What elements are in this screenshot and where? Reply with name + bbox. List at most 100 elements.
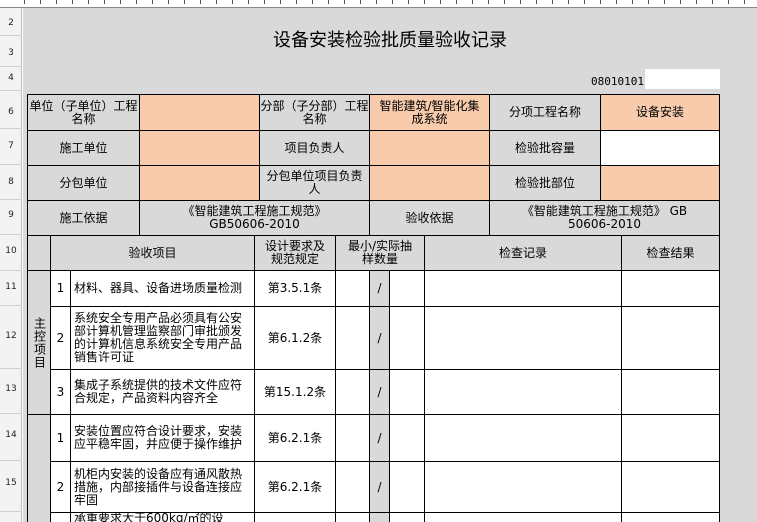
ruler-tick: [712, 0, 713, 4]
form-code[interactable]: 08010101: [578, 72, 644, 90]
item-description[interactable]: 承重要求大于600kg/㎡的设: [70, 512, 254, 522]
code-input-cell[interactable]: [645, 69, 720, 89]
row-number[interactable]: 11: [0, 282, 22, 292]
record-cell[interactable]: [424, 461, 621, 512]
sample-slash[interactable]: /: [369, 414, 389, 461]
subdivision-label[interactable]: 分项工程名称: [489, 94, 600, 130]
min-sample-cell[interactable]: [335, 461, 369, 512]
construction-unit-label[interactable]: 施工单位: [27, 130, 139, 165]
batch-location-input[interactable]: [600, 165, 720, 200]
sampling-header[interactable]: 最小/实际抽样数量: [335, 235, 424, 270]
actual-sample-cell[interactable]: [389, 306, 424, 369]
item-spec[interactable]: 第3.5.1条: [254, 270, 335, 306]
item-spec[interactable]: 第6.2.1条: [254, 414, 335, 461]
record-cell[interactable]: [424, 414, 621, 461]
record-cell[interactable]: [424, 512, 621, 522]
row-number[interactable]: 12: [0, 331, 22, 341]
row-number[interactable]: 4: [0, 73, 22, 83]
item-spec[interactable]: 第15.1.2条: [254, 369, 335, 414]
ruler-tick: [616, 0, 617, 4]
item-number[interactable]: 1: [50, 270, 70, 306]
row-number[interactable]: 13: [0, 384, 22, 394]
actual-sample-cell[interactable]: [389, 369, 424, 414]
subdivision-value[interactable]: 设备安装: [600, 94, 720, 130]
item-number[interactable]: 1: [50, 414, 70, 461]
construction-unit-input[interactable]: [139, 130, 259, 165]
row-number[interactable]: 15: [0, 478, 22, 488]
general-group-label[interactable]: [27, 414, 50, 522]
actual-sample-cell[interactable]: [389, 461, 424, 512]
item-description[interactable]: 系统安全专用产品必须具有公安部计算机管理监察部门审批颁发的计算机信息系统安全专用…: [70, 306, 254, 369]
acceptance-basis-label[interactable]: 验收依据: [369, 200, 489, 235]
ruler-tick: [472, 0, 473, 4]
row-number[interactable]: 6: [0, 107, 22, 117]
division-label[interactable]: 分部（子分部）工程名称: [259, 94, 369, 130]
row-number[interactable]: 9: [0, 210, 22, 220]
ruler-tick: [264, 0, 265, 4]
subcontract-manager-input[interactable]: [369, 165, 489, 200]
record-cell[interactable]: [424, 306, 621, 369]
project-manager-input[interactable]: [369, 130, 489, 165]
min-sample-cell[interactable]: [335, 306, 369, 369]
result-cell[interactable]: [621, 306, 720, 369]
item-spec[interactable]: 第6.2.1条: [254, 461, 335, 512]
construction-basis-value[interactable]: 《智能建筑工程施工规范》GB50606-2010: [139, 200, 369, 235]
ruler-tick: [120, 0, 121, 4]
record-header[interactable]: 检查记录: [424, 235, 621, 270]
form-title[interactable]: 设备安装检验批质量验收记录: [23, 24, 757, 56]
record-cell[interactable]: [424, 369, 621, 414]
construction-basis-label[interactable]: 施工依据: [27, 200, 139, 235]
result-cell[interactable]: [621, 270, 720, 306]
item-description[interactable]: 材料、器具、设备进场质量检测: [70, 270, 254, 306]
actual-sample-cell[interactable]: [389, 414, 424, 461]
row-number[interactable]: 10: [0, 246, 22, 256]
design-req-header[interactable]: 设计要求及规范规定: [254, 235, 335, 270]
row-number[interactable]: 2: [0, 18, 22, 28]
item-number[interactable]: 2: [50, 461, 70, 512]
min-sample-cell[interactable]: [335, 414, 369, 461]
item-description[interactable]: 安装位置应符合设计要求，安装应平稳牢固，并应便于操作维护: [70, 414, 254, 461]
subcontract-manager-label[interactable]: 分包单位项目负责人: [259, 165, 369, 200]
unit-name-input[interactable]: [139, 94, 259, 130]
item-spec[interactable]: 第6.1.2条: [254, 306, 335, 369]
item-header[interactable]: 验收项目: [50, 235, 254, 270]
sample-slash[interactable]: /: [369, 461, 389, 512]
row-number[interactable]: 7: [0, 141, 22, 151]
item-description[interactable]: 机柜内安装的设备应有通风散热措施，内部接插件与设备连接应牢固: [70, 461, 254, 512]
result-cell[interactable]: [621, 461, 720, 512]
sample-slash[interactable]: /: [369, 270, 389, 306]
result-cell[interactable]: [621, 512, 720, 522]
sample-slash[interactable]: /: [369, 306, 389, 369]
row-number[interactable]: 8: [0, 177, 22, 187]
actual-sample-cell[interactable]: [389, 512, 424, 522]
result-cell[interactable]: [621, 369, 720, 414]
item-number[interactable]: 3: [50, 369, 70, 414]
sample-slash[interactable]: /: [369, 369, 389, 414]
main-control-group-label[interactable]: 主控项目: [27, 270, 50, 414]
ruler-tick: [328, 0, 329, 4]
min-sample-cell[interactable]: [335, 270, 369, 306]
sample-slash[interactable]: [369, 512, 389, 522]
batch-capacity-label[interactable]: 检验批容量: [489, 130, 600, 165]
batch-location-label[interactable]: 检验批部位: [489, 165, 600, 200]
acceptance-basis-value[interactable]: 《智能建筑工程施工规范》 GB 50606-2010: [489, 200, 720, 235]
ruler-tick: [40, 0, 41, 4]
min-sample-cell[interactable]: [335, 512, 369, 522]
project-manager-label[interactable]: 项目负责人: [259, 130, 369, 165]
unit-name-label[interactable]: 单位（子单位）工程名称: [27, 94, 139, 130]
batch-capacity-input[interactable]: [600, 130, 720, 165]
record-cell[interactable]: [424, 270, 621, 306]
min-sample-cell[interactable]: [335, 369, 369, 414]
row-number[interactable]: 3: [0, 48, 22, 58]
actual-sample-cell[interactable]: [389, 270, 424, 306]
item-spec[interactable]: [254, 512, 335, 522]
subcontract-unit-input[interactable]: [139, 165, 259, 200]
item-number[interactable]: 2: [50, 306, 70, 369]
result-header[interactable]: 检查结果: [621, 235, 720, 270]
result-cell[interactable]: [621, 414, 720, 461]
item-number[interactable]: [50, 512, 70, 522]
row-number[interactable]: 14: [0, 430, 22, 440]
item-description[interactable]: 集成子系统提供的技术文件应符合规定，产品资料内容齐全: [70, 369, 254, 414]
division-value[interactable]: 智能建筑/智能化集成系统: [369, 94, 489, 130]
subcontract-unit-label[interactable]: 分包单位: [27, 165, 139, 200]
